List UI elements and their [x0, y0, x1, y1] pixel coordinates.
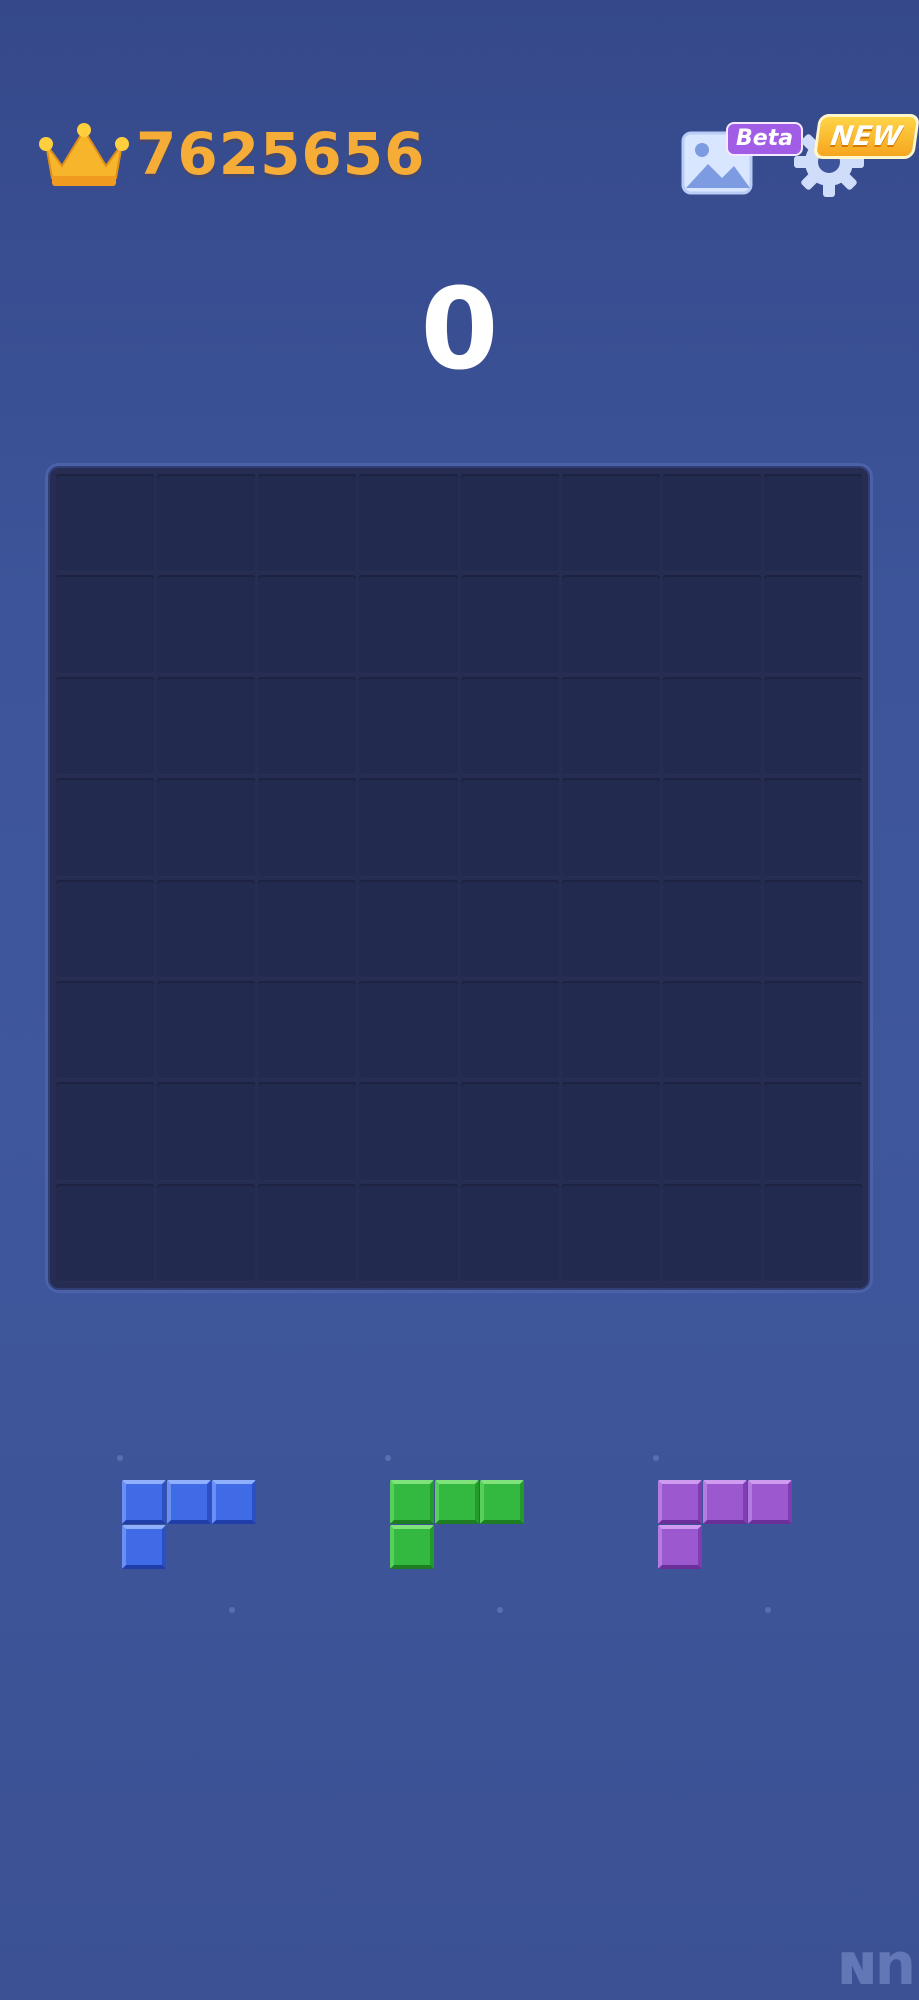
board-cell[interactable] — [662, 1183, 761, 1282]
tray-marker — [117, 1455, 123, 1461]
board-cell[interactable] — [662, 778, 761, 877]
board-cell[interactable] — [56, 879, 155, 978]
board-cell[interactable] — [662, 575, 761, 674]
board-cell[interactable] — [561, 575, 660, 674]
board-cell[interactable] — [763, 575, 862, 674]
board-cell[interactable] — [157, 778, 256, 877]
board-cell[interactable] — [56, 474, 155, 573]
board-cell[interactable] — [157, 1082, 256, 1181]
block — [658, 1525, 702, 1569]
block — [748, 1480, 792, 1524]
tray-piece-green[interactable] — [390, 1480, 530, 1580]
current-score: 0 — [420, 265, 499, 395]
board-cell[interactable] — [56, 676, 155, 776]
block — [435, 1480, 479, 1524]
block — [167, 1480, 211, 1524]
board-grid — [56, 474, 862, 1282]
board-cell[interactable] — [157, 1183, 256, 1282]
board-cell[interactable] — [460, 575, 559, 674]
board-cell[interactable] — [662, 676, 761, 776]
board-cell[interactable] — [460, 1183, 559, 1282]
board-cell[interactable] — [763, 1082, 862, 1181]
board-cell[interactable] — [460, 879, 559, 978]
game-board[interactable] — [45, 463, 873, 1293]
board-cell[interactable] — [258, 575, 357, 674]
board-cell[interactable] — [258, 474, 357, 573]
board-cell[interactable] — [258, 980, 357, 1080]
board-cell[interactable] — [157, 879, 256, 978]
board-cell[interactable] — [561, 778, 660, 877]
tray-marker — [385, 1455, 391, 1461]
board-cell[interactable] — [56, 575, 155, 674]
board-cell[interactable] — [662, 879, 761, 978]
board-cell[interactable] — [56, 778, 155, 877]
board-cell[interactable] — [359, 778, 458, 877]
board-cell[interactable] — [763, 980, 862, 1080]
tray-marker — [229, 1607, 235, 1613]
board-cell[interactable] — [662, 474, 761, 573]
board-cell[interactable] — [460, 1082, 559, 1181]
block — [122, 1525, 166, 1569]
board-cell[interactable] — [561, 879, 660, 978]
block — [658, 1480, 702, 1524]
tray-marker — [653, 1455, 659, 1461]
board-cell[interactable] — [359, 879, 458, 978]
board-cell[interactable] — [561, 1183, 660, 1282]
board-cell[interactable] — [460, 980, 559, 1080]
board-cell[interactable] — [56, 1082, 155, 1181]
board-cell[interactable] — [157, 575, 256, 674]
board-cell[interactable] — [157, 676, 256, 776]
board-cell[interactable] — [56, 980, 155, 1080]
board-cell[interactable] — [258, 778, 357, 877]
block — [212, 1480, 256, 1524]
board-cell[interactable] — [763, 474, 862, 573]
board-cell[interactable] — [561, 676, 660, 776]
board-cell[interactable] — [561, 1082, 660, 1181]
tray-piece-purple[interactable] — [658, 1480, 798, 1580]
board-cell[interactable] — [460, 778, 559, 877]
tray-piece-blue[interactable] — [122, 1480, 262, 1580]
block — [480, 1480, 524, 1524]
block — [390, 1525, 434, 1569]
board-cell[interactable] — [763, 676, 862, 776]
board-cell[interactable] — [460, 474, 559, 573]
board-cell[interactable] — [359, 1082, 458, 1181]
block — [390, 1480, 434, 1524]
board-cell[interactable] — [662, 1082, 761, 1181]
board-cell[interactable] — [258, 676, 357, 776]
board-cell[interactable] — [359, 980, 458, 1080]
new-badge: NEW — [812, 114, 919, 159]
board-cell[interactable] — [359, 474, 458, 573]
board-cell[interactable] — [561, 474, 660, 573]
board-cell[interactable] — [157, 980, 256, 1080]
board-cell[interactable] — [258, 1082, 357, 1181]
board-cell[interactable] — [258, 879, 357, 978]
board-cell[interactable] — [157, 474, 256, 573]
tray-marker — [497, 1607, 503, 1613]
board-cell[interactable] — [763, 778, 862, 877]
board-cell[interactable] — [561, 980, 660, 1080]
board-cell[interactable] — [359, 575, 458, 674]
block — [122, 1480, 166, 1524]
crown-icon — [39, 123, 129, 186]
board-cell[interactable] — [763, 879, 862, 978]
board-cell[interactable] — [359, 676, 458, 776]
board-cell[interactable] — [56, 1183, 155, 1282]
board-cell[interactable] — [359, 1183, 458, 1282]
board-cell[interactable] — [662, 980, 761, 1080]
tray-marker — [765, 1607, 771, 1613]
best-score: 7625656 — [136, 120, 426, 188]
watermark: ɴn — [836, 1930, 916, 1998]
board-cell[interactable] — [763, 1183, 862, 1282]
block — [703, 1480, 747, 1524]
board-cell[interactable] — [258, 1183, 357, 1282]
board-cell[interactable] — [460, 676, 559, 776]
